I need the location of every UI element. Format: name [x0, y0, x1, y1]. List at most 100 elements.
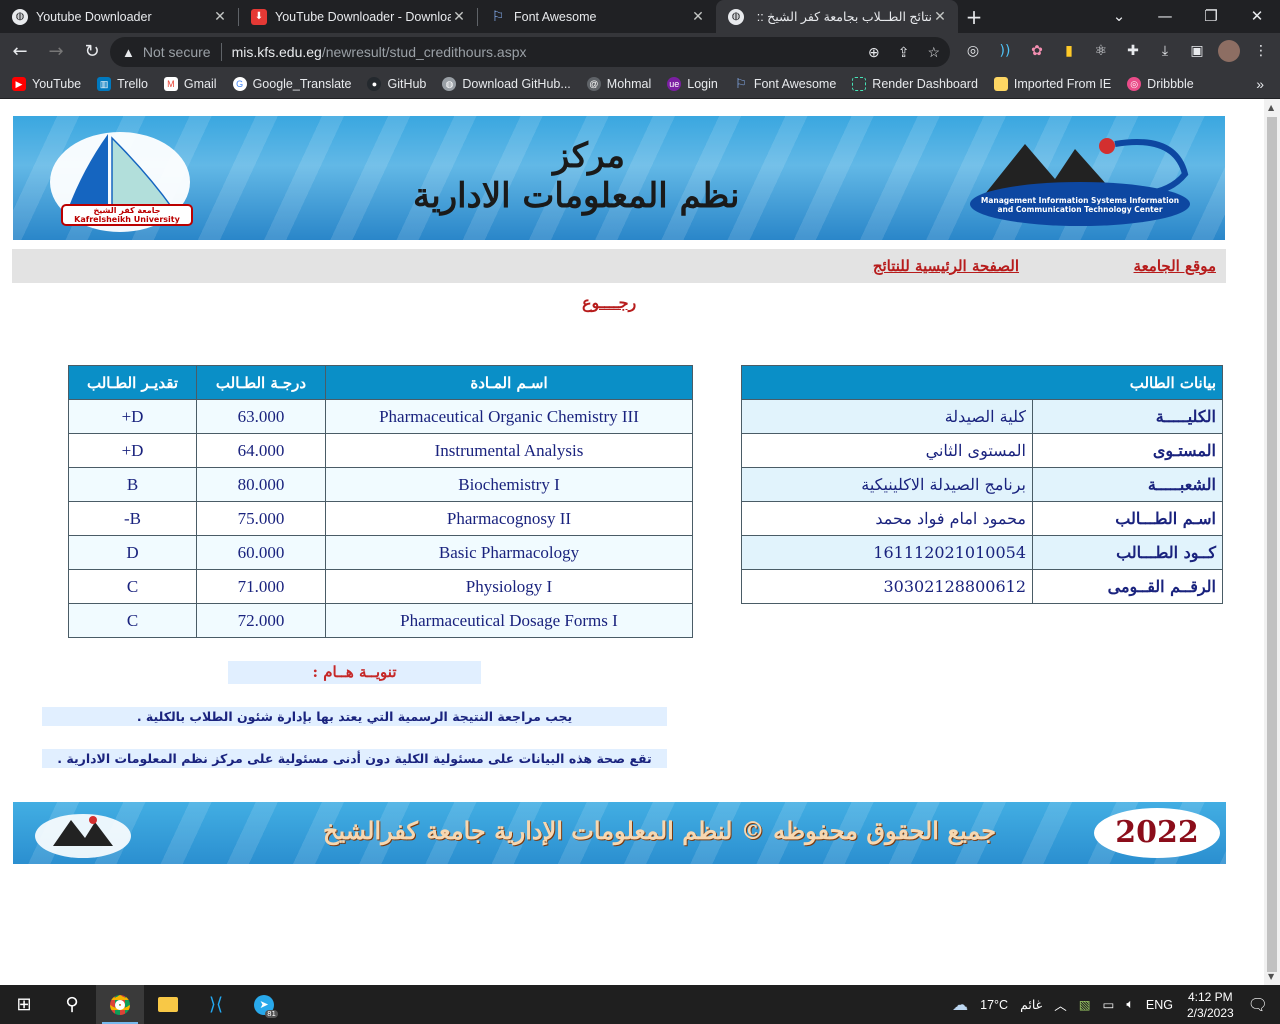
close-icon[interactable]: ✕	[690, 8, 706, 25]
bookmark-google-translate[interactable]: G Google_Translate	[232, 77, 352, 91]
bookmark-label: Imported From IE	[1013, 77, 1112, 91]
grade-column-header: تقديـر الطـالب	[68, 365, 197, 400]
bookmark-download-github[interactable]: ◍ Download GitHub...	[442, 77, 571, 91]
menu-icon[interactable]: ⋮	[1248, 38, 1274, 64]
notifications-icon[interactable]: 🗨︎	[1248, 995, 1268, 1015]
globe-icon: ◍	[442, 77, 457, 91]
tab-youtube-downloader-2[interactable]: ⬇ YouTube Downloader - Downloa ✕	[239, 0, 477, 33]
address-bar[interactable]: ▲ Not secure mis.kfs.edu.eg /newresult/s…	[110, 37, 950, 67]
close-icon[interactable]: ✕	[451, 8, 467, 25]
warning-icon[interactable]: ▲	[122, 45, 135, 60]
search-icon[interactable]: ⚲	[48, 985, 96, 1024]
share-icon[interactable]: ⇪	[898, 44, 910, 61]
back-link[interactable]: رجــــوع	[582, 293, 636, 312]
extensions-puzzle-icon[interactable]: ✚	[1120, 38, 1146, 64]
extension-color-icon[interactable]: ✿	[1024, 38, 1050, 64]
url-domain[interactable]: mis.kfs.edu.eg	[232, 44, 322, 60]
bookmark-label: Google_Translate	[252, 77, 352, 91]
profile-avatar[interactable]	[1218, 40, 1240, 62]
network-tray-icon[interactable]: ▧	[1079, 997, 1091, 1012]
subject-cell: Pharmacognosy II	[325, 501, 693, 536]
close-icon[interactable]: ✕	[932, 8, 948, 25]
sidepanel-icon[interactable]: ▣	[1184, 38, 1210, 64]
extension-chart-icon[interactable]: ▮	[1056, 38, 1082, 64]
flag-icon: ⚐	[491, 8, 505, 24]
language-indicator[interactable]: ENG	[1146, 998, 1173, 1012]
new-tab-button[interactable]: +	[958, 1, 990, 33]
notice-line-1: يجب مراجعة النتيجة الرسمية التي يعتد بها…	[42, 707, 667, 726]
tab-youtube-downloader[interactable]: ◍ Youtube Downloader ✕	[0, 0, 238, 33]
downloads-icon[interactable]: ⤓	[1152, 38, 1178, 64]
reload-icon[interactable]: ↻	[76, 36, 108, 68]
results-home-link[interactable]: الصفحة الرئيسية للنتائج	[873, 257, 1019, 275]
bookmark-trello[interactable]: ▥ Trello	[97, 77, 148, 91]
chevron-more-icon[interactable]: »	[1256, 76, 1264, 92]
minimize-button[interactable]: —	[1142, 0, 1188, 32]
extension-glasses-icon[interactable]: ◎	[960, 38, 986, 64]
file-explorer-icon[interactable]	[144, 985, 192, 1024]
bookmark-gmail[interactable]: M Gmail	[163, 77, 217, 91]
restore-button[interactable]: ❐	[1188, 0, 1234, 32]
tab-font-awesome[interactable]: ⚐ Font Awesome ✕	[478, 0, 716, 33]
bookmark-folder-imported[interactable]: Imported From IE	[993, 77, 1112, 91]
url-path[interactable]: /newresult/stud_credithours.aspx	[322, 44, 527, 60]
bookmark-label: Trello	[117, 77, 148, 91]
label-cell: الكليـــــة	[1032, 399, 1223, 434]
security-label[interactable]: Not secure	[143, 44, 211, 60]
score-cell: 72.000	[196, 603, 326, 638]
bookmark-label: Dribbble	[1147, 77, 1194, 91]
chrome-taskbar-icon[interactable]	[96, 985, 144, 1024]
bookmark-dribbble[interactable]: ◎ Dribbble	[1127, 77, 1194, 91]
mis-logo	[970, 138, 1190, 226]
star-icon[interactable]: ☆	[927, 44, 940, 61]
vscode-icon[interactable]: ⟩⟨	[192, 985, 240, 1024]
display-icon[interactable]: ▭	[1103, 997, 1115, 1012]
dribbble-icon: ◎	[1127, 77, 1142, 91]
date: 2/3/2023	[1186, 1005, 1234, 1020]
clock[interactable]: 4:12 PM 2/3/2023	[1187, 989, 1234, 1021]
chevron-up-icon[interactable]: ︿	[1054, 995, 1067, 1014]
globe-icon: ◍	[728, 8, 744, 25]
zoom-icon[interactable]: ⊕	[868, 44, 880, 61]
weather-temp[interactable]: 17°C	[980, 998, 1008, 1012]
table-row: +D 64.000 Instrumental Analysis	[68, 433, 693, 468]
table-row: 161112021010054 كــود الطـــالب	[741, 535, 1223, 570]
tab-search-icon[interactable]: ⌄	[1096, 0, 1142, 32]
scroll-down-icon[interactable]: ▼	[1268, 972, 1274, 981]
table-row: -B 75.000 Pharmacognosy II	[68, 501, 693, 536]
close-icon[interactable]: ✕	[212, 8, 228, 25]
scroll-up-icon[interactable]: ▲	[1268, 103, 1274, 112]
grades-header-row: تقديـر الطـالب درجـة الطـالب اسـم المـاد…	[68, 365, 693, 400]
close-window-button[interactable]: ✕	[1234, 0, 1280, 32]
bookmark-mohmal[interactable]: @ Mohmal	[586, 77, 651, 91]
subject-column-header: اسـم المـادة	[325, 365, 693, 400]
bookmark-font-awesome[interactable]: ⚐ Font Awesome	[734, 77, 836, 92]
extension-react-icon[interactable]: ⚛	[1088, 38, 1114, 64]
extension-sound-icon[interactable]: ))	[992, 38, 1018, 64]
volume-icon[interactable]: 🔈︎	[1126, 997, 1134, 1012]
bookmark-label: YouTube	[32, 77, 82, 91]
tab-results[interactable]: ◍ نتائج الطــلاب بجامعة كفر الشيخ :: ✕	[716, 0, 958, 33]
grade-cell: -B	[68, 501, 197, 536]
windows-start-icon[interactable]: ⊞	[0, 985, 48, 1024]
subject-cell: Physiology I	[325, 569, 693, 604]
forward-arrow-icon[interactable]: →	[40, 36, 72, 68]
web-page: جامعة كفر الشيخ Kafrelsheikh University …	[0, 99, 1264, 985]
bookmark-label: Gmail	[183, 77, 217, 91]
folder-icon	[993, 77, 1008, 91]
bookmark-render-dashboard[interactable]: Render Dashboard	[852, 77, 978, 91]
bookmark-login[interactable]: ue Login	[667, 77, 718, 91]
page-scrollbar[interactable]: ▲ ▼	[1264, 99, 1280, 985]
telegram-icon[interactable]: ➤ 81	[240, 985, 288, 1024]
score-column-header: درجـة الطـالب	[196, 365, 326, 400]
weather-desc[interactable]: غائم	[1020, 997, 1042, 1012]
youtube-icon: ▶	[12, 77, 26, 91]
bookmark-github[interactable]: ● GitHub	[367, 77, 426, 91]
bookmark-youtube[interactable]: ▶ YouTube	[12, 77, 81, 91]
cloud-icon[interactable]: ☁	[952, 995, 968, 1015]
university-site-link[interactable]: موقع الجامعة	[1134, 257, 1216, 275]
scrollbar-thumb[interactable]	[1267, 117, 1277, 972]
subject-cell: Pharmaceutical Organic Chemistry III	[325, 399, 693, 434]
back-arrow-icon[interactable]: ←	[4, 36, 36, 68]
trello-icon: ▥	[97, 77, 112, 91]
